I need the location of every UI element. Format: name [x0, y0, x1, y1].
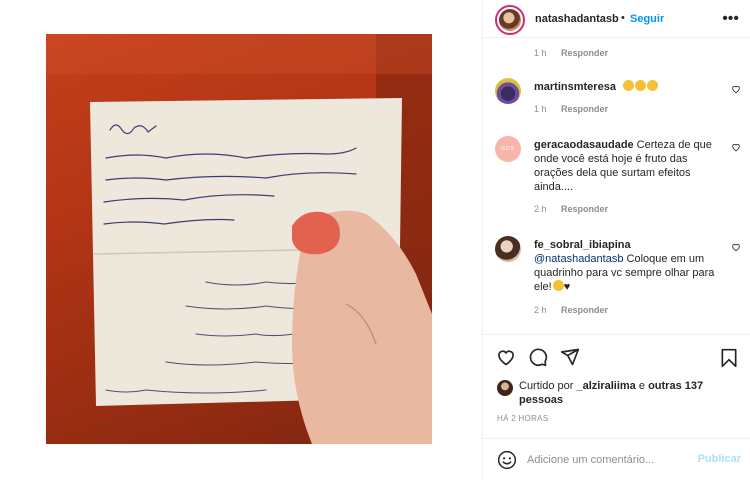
like-comment-heart-icon[interactable]: [731, 142, 741, 152]
separator-dot: •: [621, 12, 625, 24]
sad-emoji-icon: [635, 80, 646, 91]
commenter-avatar[interactable]: [495, 78, 521, 104]
liked-connector: e: [638, 380, 645, 392]
more-options-icon[interactable]: •••: [722, 10, 739, 28]
comment-meta: 1 h Responder: [534, 48, 608, 58]
comment-body: geracaodasaudade Certeza de que onde você…: [534, 138, 724, 194]
post-header: natashadantasb • Seguir •••: [483, 0, 750, 38]
sad-emoji-icon: [647, 80, 658, 91]
author-avatar[interactable]: [495, 5, 525, 35]
sad-emoji-icon: [623, 80, 634, 91]
comment-time: 1 h: [534, 48, 547, 58]
heart-emoji-icon: ♥: [563, 281, 571, 293]
post-timestamp[interactable]: HÁ 2 HORAS: [497, 414, 548, 423]
like-comment-heart-icon[interactable]: [731, 242, 741, 252]
emoji-picker-icon[interactable]: [497, 450, 517, 470]
comment-bubble-icon[interactable]: [527, 347, 549, 367]
reply-button[interactable]: Responder: [561, 48, 608, 58]
reply-button[interactable]: Responder: [561, 104, 608, 114]
comment-body: martinsmteresa: [534, 80, 724, 94]
commenter-username[interactable]: martinsmteresa: [534, 81, 616, 93]
emoji-group: [622, 80, 658, 93]
comment-mention[interactable]: @natashadantasb: [534, 253, 623, 265]
like-heart-icon[interactable]: [495, 347, 517, 367]
add-comment-bar: Publicar: [483, 438, 750, 480]
comment-time: 1 h: [534, 104, 547, 114]
comment-time: 2 h: [534, 305, 547, 315]
nail: [292, 211, 340, 255]
save-bookmark-icon[interactable]: [719, 347, 739, 369]
reply-button[interactable]: Responder: [561, 305, 608, 315]
comment-time: 2 h: [534, 204, 547, 214]
post-photo: [46, 34, 432, 444]
liked-prefix: Curtido por: [519, 380, 574, 392]
comment-meta: 2 h Responder: [534, 204, 608, 214]
like-comment-heart-icon[interactable]: [731, 84, 741, 94]
share-send-icon[interactable]: [559, 347, 581, 367]
comment-body: fe_sobral_ibiapina @natashadantasb Coloq…: [534, 238, 724, 294]
commenter-username[interactable]: geracaodasaudade: [534, 139, 634, 151]
commenter-avatar[interactable]: [495, 236, 521, 262]
post-image[interactable]: [46, 34, 432, 444]
liked-by-text: Curtido por _alziraliima e outras 137 pe…: [519, 379, 719, 407]
comment-meta: 2 h Responder: [534, 305, 608, 315]
reply-button[interactable]: Responder: [561, 204, 608, 214]
comment-input[interactable]: [527, 451, 687, 469]
commenter-avatar[interactable]: GDS: [495, 136, 521, 162]
comment-meta: 1 h Responder: [534, 104, 608, 114]
follow-button[interactable]: Seguir: [630, 13, 664, 25]
commenter-username[interactable]: fe_sobral_ibiapina: [534, 239, 631, 251]
liker-avatar[interactable]: [497, 380, 513, 396]
author-username[interactable]: natashadantasb: [535, 13, 619, 25]
post-side-panel: natashadantasb • Seguir ••• 1 h Responde…: [482, 0, 750, 480]
publish-button[interactable]: Publicar: [698, 453, 741, 465]
liker-username[interactable]: _alziraliima: [576, 380, 635, 392]
post-actions-bar: [483, 334, 750, 378]
smile-emoji-icon: [552, 280, 564, 291]
